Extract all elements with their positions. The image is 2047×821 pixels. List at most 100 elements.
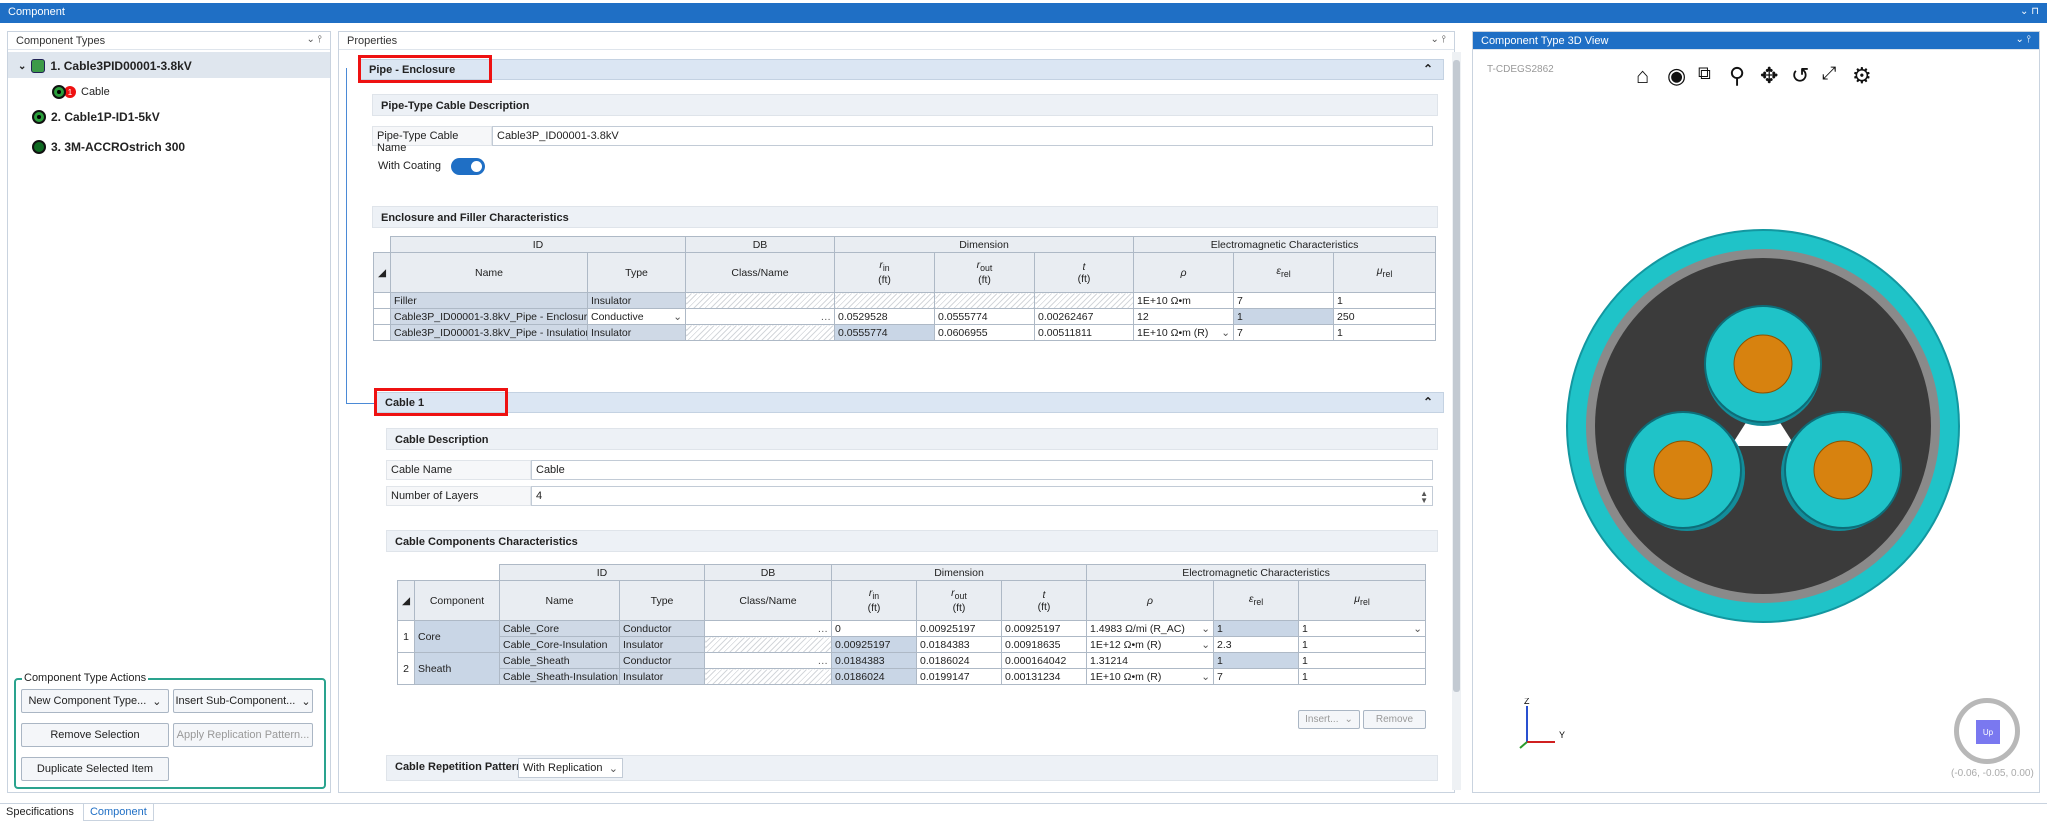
chevron-down-icon[interactable]: ⌄ <box>1201 639 1210 651</box>
col-mu[interactable]: μrel <box>1298 580 1427 621</box>
table-row[interactable]: 2 Sheath Cable_Sheath Conductor … 0.0184… <box>397 652 1427 685</box>
cell-rho[interactable]: 1E+10 Ω•m (R) ⌄ <box>1133 324 1235 341</box>
cell-rin[interactable]: 0.00925197 <box>831 636 917 653</box>
col-t[interactable]: t (ft) <box>1000 580 1088 621</box>
col-type[interactable]: Type <box>619 580 705 621</box>
cell-name[interactable]: Cable_Core <box>499 620 620 637</box>
cell-class[interactable]: … <box>704 652 832 669</box>
cell-type[interactable]: Insulator <box>619 636 705 653</box>
col-class[interactable]: Class/Name <box>704 580 832 621</box>
expand-chevron-icon[interactable]: ⌄ <box>18 61 26 72</box>
tree-item-1[interactable]: ⌄ 1. Cable3PID00001-3.8kV <box>18 59 192 73</box>
cell-type[interactable]: Conductive ⌄ <box>587 308 686 325</box>
col-component[interactable]: Component <box>414 580 500 621</box>
chevron-down-icon[interactable]: ⌄ <box>673 311 682 323</box>
col-erel[interactable]: εrel <box>1213 580 1300 621</box>
cell-rout[interactable]: 0.00925197 <box>916 620 1002 637</box>
apply-replication-pattern-button[interactable]: Apply Replication Pattern... <box>173 723 313 747</box>
cell-rout[interactable]: 0.0606955 <box>934 324 1035 341</box>
window-controls[interactable]: ⌄ ⊓ <box>2020 6 2039 17</box>
table-row[interactable]: Cable_Core-Insulation Insulator 0.009251… <box>398 636 1427 653</box>
tree-item-3[interactable]: 3. 3M-ACCROstrich 300 <box>32 140 185 154</box>
cell-rout[interactable]: 0.0186024 <box>916 652 1002 669</box>
pane-pin-icon[interactable]: ⌄ ⫯ <box>1430 34 1446 45</box>
cell-name[interactable]: Filler <box>390 292 588 309</box>
cell-rho[interactable]: 1.31214 <box>1086 652 1215 669</box>
zoom-icon[interactable]: ⚲ <box>1729 63 1745 89</box>
cell-mu[interactable]: 1 <box>1298 652 1427 669</box>
cell-rho[interactable]: 1E+10 Ω•m <box>1133 292 1235 309</box>
table-row[interactable]: Filler Insulator 1E+10 Ω•m 7 1 <box>373 292 1437 309</box>
pan-icon[interactable]: ✥ <box>1760 63 1778 89</box>
chevron-down-icon[interactable]: ⌄ <box>1221 327 1230 339</box>
col-mu[interactable]: μrel <box>1333 252 1437 293</box>
cell-t[interactable]: 0.00918635 <box>1000 636 1088 653</box>
fit-icon[interactable]: ⤢ <box>1822 63 1836 84</box>
cell-component[interactable]: Core <box>414 620 500 653</box>
cell-rin[interactable]: 0.0186024 <box>831 668 917 685</box>
cell-rout[interactable]: 0.0184383 <box>916 636 1002 653</box>
cell-erel[interactable]: 7 <box>1213 668 1300 685</box>
remove-selection-button[interactable]: Remove Selection <box>21 723 169 747</box>
chevron-down-icon[interactable]: ⌄ <box>1201 623 1210 635</box>
cell-erel[interactable]: 1 <box>1213 652 1300 669</box>
col-erel[interactable]: εrel <box>1233 252 1335 293</box>
col-class[interactable]: Class/Name <box>685 252 835 293</box>
table-row[interactable]: 1 Core Cable_Core Conductor … 0 0.009251… <box>397 620 1427 653</box>
view-icon[interactable]: ◉ <box>1667 63 1686 89</box>
col-type[interactable]: Type <box>587 252 686 293</box>
tab-specifications[interactable]: Specifications <box>0 804 80 820</box>
layers-stepper[interactable]: 4 ▲ ▼ <box>531 486 1433 506</box>
col-rout[interactable]: rout (ft) <box>916 580 1002 621</box>
tab-component[interactable]: Component <box>82 804 154 821</box>
new-component-type-button[interactable]: New Component Type... ⌄ <box>21 689 169 713</box>
cell-rout[interactable]: 0.0199147 <box>916 668 1002 685</box>
ellipsis-icon[interactable]: … <box>821 311 832 323</box>
cell-rho[interactable]: 1E+10 Ω•m (R) ⌄ <box>1086 668 1215 685</box>
section-pipe-enclosure[interactable]: Pipe - Enclosure ⌃ <box>360 59 1444 80</box>
stepper-icon[interactable]: ▲ ▼ <box>1420 490 1428 505</box>
col-name[interactable]: Name <box>390 252 588 293</box>
up-cube[interactable]: Up <box>1976 720 2000 744</box>
col-t[interactable]: t (ft) <box>1033 252 1135 293</box>
section-cable-1[interactable]: Cable 1 ⌃ <box>376 392 1444 413</box>
pane-pin-icon[interactable]: ⌄ ⫯ <box>306 34 322 45</box>
cable-name-input[interactable]: Cable <box>531 460 1433 480</box>
table-row[interactable]: Cable_Sheath-Insulation Insulator 0.0186… <box>398 668 1427 685</box>
cell-mu[interactable]: 1 <box>1298 668 1427 685</box>
collapse-chevron-icon[interactable]: ⌃ <box>1423 62 1433 76</box>
cell-name[interactable]: Cable3P_ID00001-3.8kV_Pipe - Enclosure <box>390 308 588 325</box>
tree-item-2[interactable]: 2. Cable1P-ID1-5kV <box>32 110 160 124</box>
cell-mu[interactable]: 250 <box>1333 308 1437 325</box>
table-row[interactable]: Cable3P_ID00001-3.8kV_Pipe - Enclosure C… <box>373 308 1437 325</box>
home-icon[interactable]: ⌂ <box>1636 63 1649 89</box>
cell-name[interactable]: Cable_Sheath <box>499 652 620 669</box>
cell-class[interactable]: … <box>685 308 835 325</box>
col-rho[interactable]: ρ <box>1133 252 1235 293</box>
insert-button[interactable]: Insert... ⌄ <box>1298 710 1360 729</box>
col-rin[interactable]: rin (ft) <box>834 252 935 293</box>
cell-erel[interactable]: 7 <box>1233 292 1335 309</box>
cell-rho[interactable]: 1.4983 Ω/mi (R_AC) ⌄ <box>1086 620 1215 637</box>
chevron-down-icon[interactable]: ⌄ <box>1201 671 1210 683</box>
duplicate-selected-item-button[interactable]: Duplicate Selected Item <box>21 757 169 781</box>
cell-rin[interactable]: 0 <box>831 620 917 637</box>
table-row[interactable]: Cable3P_ID00001-3.8kV_Pipe - Insulation … <box>373 324 1437 341</box>
cell-name[interactable]: Cable_Sheath-Insulation <box>499 668 620 685</box>
col-rho[interactable]: ρ <box>1086 580 1215 621</box>
cell-erel[interactable]: 2.3 <box>1213 636 1300 653</box>
cell-erel[interactable]: 1 <box>1213 620 1300 637</box>
scrollbar-thumb[interactable] <box>1453 60 1460 692</box>
ellipsis-icon[interactable]: … <box>818 623 829 635</box>
insert-sub-component-button[interactable]: Insert Sub-Component... ⌄ <box>173 689 313 713</box>
cell-type[interactable]: Insulator <box>619 668 705 685</box>
cell-mu[interactable]: 1 <box>1333 324 1437 341</box>
cell-t[interactable]: 0.00511811 <box>1033 324 1135 341</box>
cell-name[interactable]: Cable_Core-Insulation <box>499 636 620 653</box>
repetition-pattern-select[interactable]: With Replication ⌄ <box>518 758 623 778</box>
cell-mu[interactable]: 1 <box>1298 636 1427 653</box>
coating-toggle[interactable] <box>451 158 485 175</box>
cell-rin[interactable]: 0.0184383 <box>831 652 917 669</box>
cell-rho[interactable]: 12 <box>1133 308 1235 325</box>
cell-erel[interactable]: 1 <box>1233 308 1335 325</box>
